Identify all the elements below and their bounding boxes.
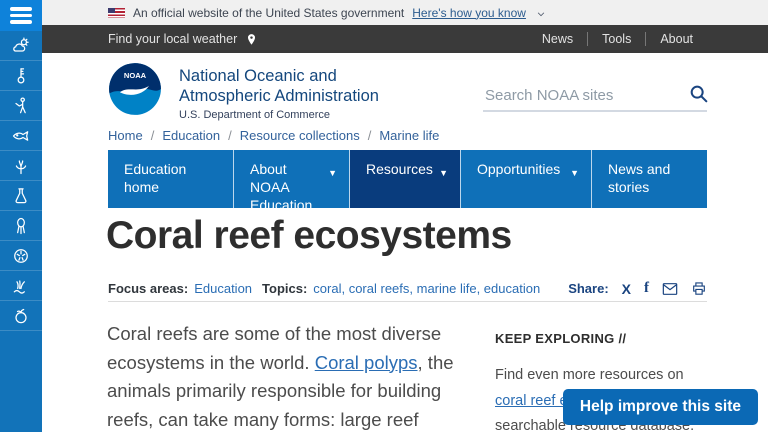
gov-banner-text: An official website of the United States…: [133, 6, 404, 20]
page-title: Coral reef ecosystems: [106, 214, 512, 258]
sidebar: [0, 0, 42, 432]
share-label: Share:: [568, 281, 608, 296]
about-link[interactable]: About: [646, 32, 707, 46]
divider-rule: [108, 301, 707, 302]
share-email-icon[interactable]: [662, 282, 678, 296]
fishing-icon[interactable]: [0, 91, 42, 121]
breadcrumb-resource-collections[interactable]: Resource collections: [240, 128, 360, 143]
keep-exploring-heading: KEEP EXPLORING //: [495, 331, 713, 346]
breadcrumb-education[interactable]: Education: [162, 128, 220, 143]
tab-education-home[interactable]: Education home: [108, 150, 233, 208]
dropdown-arrow-icon: ▼: [570, 164, 579, 182]
us-flag-icon: [108, 8, 125, 18]
how-you-know-link[interactable]: Here's how you know: [412, 6, 526, 20]
dropdown-arrow-icon: ▼: [439, 164, 448, 182]
main-nav: Education home About NOAA Education ▼ Re…: [108, 150, 707, 208]
help-improve-site-button[interactable]: Help improve this site: [563, 389, 758, 425]
gov-banner: An official website of the United States…: [42, 0, 768, 25]
org-department: U.S. Department of Commerce: [179, 109, 379, 121]
tab-news-and-stories[interactable]: News and stories: [591, 150, 707, 208]
aside-text: Find even more resources on: [495, 367, 684, 383]
svg-text:NOAA: NOAA: [124, 71, 147, 80]
location-pin-icon: [245, 32, 258, 47]
org-name-line2: Atmospheric Administration: [179, 86, 379, 106]
local-weather-link[interactable]: Find your local weather: [108, 32, 258, 47]
noaa-logo[interactable]: NOAA: [108, 62, 162, 116]
breadcrumb-separator: /: [228, 128, 232, 143]
topics-label: Topics:: [262, 281, 307, 296]
org-name-line1: National Oceanic and: [179, 66, 379, 86]
search-input[interactable]: [483, 86, 686, 105]
breadcrumb-separator: /: [368, 128, 372, 143]
wetland-icon[interactable]: [0, 271, 42, 301]
focus-area-education-link[interactable]: Education: [194, 281, 252, 296]
utility-bar: Find your local weather News Tools About: [42, 25, 768, 53]
search-icon: [688, 83, 710, 105]
org-title-block: National Oceanic and Atmospheric Adminis…: [179, 66, 379, 121]
sand-dollar-icon[interactable]: [0, 241, 42, 271]
share-group: Share: X f: [568, 280, 707, 297]
tab-resources[interactable]: Resources ▼: [349, 150, 460, 208]
breadcrumb-marine-life[interactable]: Marine life: [379, 128, 439, 143]
coral-polyps-link[interactable]: Coral polyps: [315, 352, 418, 373]
search-box: [483, 80, 707, 112]
education-apple-icon[interactable]: [0, 301, 42, 331]
dropdown-arrow-icon: ▼: [328, 164, 337, 182]
share-facebook-icon[interactable]: f: [644, 280, 649, 297]
tools-link[interactable]: Tools: [588, 32, 645, 46]
utility-links: News Tools About: [528, 32, 707, 46]
share-x-icon[interactable]: X: [622, 281, 631, 297]
chevron-down-icon[interactable]: [536, 8, 546, 18]
local-weather-label: Find your local weather: [108, 32, 237, 46]
tab-about-noaa-education[interactable]: About NOAA Education ▼: [233, 150, 349, 208]
breadcrumb: Home / Education / Resource collections …: [108, 128, 439, 143]
weather-icon[interactable]: [0, 31, 42, 61]
print-icon[interactable]: [691, 281, 707, 296]
science-flask-icon[interactable]: [0, 181, 42, 211]
coral-icon[interactable]: [0, 151, 42, 181]
focus-areas-label: Focus areas:: [108, 281, 188, 296]
news-link[interactable]: News: [528, 32, 587, 46]
hamburger-menu-icon[interactable]: [0, 0, 42, 31]
search-button[interactable]: [686, 83, 712, 108]
climate-icon[interactable]: [0, 61, 42, 91]
page-meta: Focus areas: Education Topics: coral, co…: [108, 280, 707, 297]
article-intro: Coral reefs are some of the most diverse…: [107, 320, 467, 432]
tab-opportunities[interactable]: Opportunities ▼: [460, 150, 591, 208]
fish-icon[interactable]: [0, 121, 42, 151]
topic-links[interactable]: coral, coral reefs, marine life, educati…: [313, 281, 540, 296]
plankton-icon[interactable]: [0, 211, 42, 241]
breadcrumb-home[interactable]: Home: [108, 128, 143, 143]
noaa-education-page: An official website of the United States…: [0, 0, 768, 432]
breadcrumb-separator: /: [151, 128, 155, 143]
